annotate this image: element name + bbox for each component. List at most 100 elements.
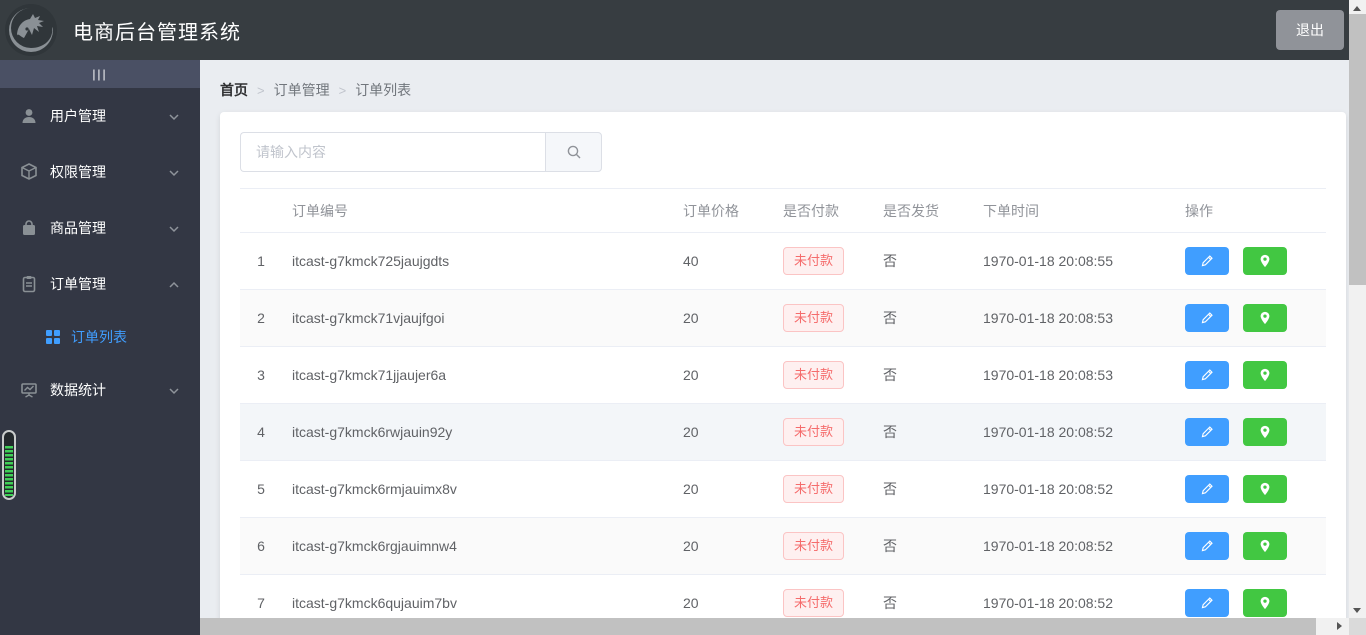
chevron-down-icon	[168, 384, 180, 396]
order-time-cell: 1970-01-18 20:08:55	[983, 253, 1113, 269]
ship-status-cell: 否	[883, 253, 897, 269]
table-row: 2 itcast-g7kmck71vjaujfgoi 20 未付款 否 1970…	[240, 290, 1326, 347]
breadcrumb-separator-icon: >	[257, 82, 265, 98]
order-number-cell: itcast-g7kmck6rwjauin92y	[292, 424, 453, 440]
scroll-up-arrow-icon[interactable]	[1353, 6, 1361, 11]
pay-status-cell: 未付款	[773, 475, 873, 503]
location-button[interactable]	[1242, 532, 1287, 560]
pencil-icon	[1201, 369, 1213, 381]
horizontal-scrollbar-thumb[interactable]	[200, 618, 1316, 635]
user-icon	[20, 107, 38, 125]
report-icon	[20, 381, 38, 399]
search-input[interactable]	[240, 132, 545, 172]
location-pin-icon	[1260, 254, 1270, 268]
ship-status-cell: 否	[883, 595, 897, 611]
order-time-cell: 1970-01-18 20:08:52	[983, 424, 1113, 440]
pencil-icon	[1201, 426, 1213, 438]
pencil-icon	[1201, 540, 1213, 552]
ship-status-cell: 否	[883, 310, 897, 326]
sidebar-collapse-toggle[interactable]: |||	[0, 60, 200, 88]
edit-button[interactable]	[1185, 247, 1229, 275]
grid-icon	[45, 329, 61, 345]
sidebar-item-label: 商品管理	[50, 220, 106, 236]
pay-status-cell: 未付款	[773, 532, 873, 560]
order-number-cell: itcast-g7kmck71jjaujer6a	[292, 367, 447, 383]
pencil-icon	[1201, 312, 1213, 324]
search-button[interactable]	[545, 132, 602, 172]
location-pin-icon	[1260, 425, 1270, 439]
location-button[interactable]	[1242, 304, 1287, 332]
unpaid-status-tag: 未付款	[783, 304, 845, 332]
edit-button[interactable]	[1185, 418, 1229, 446]
app-window: 电商后台管理系统 退出 ||| 用户管理 权限管理 商品管理 订单管理 订单列表…	[0, 0, 1366, 635]
column-header-actions: 操作	[1185, 202, 1213, 219]
location-button[interactable]	[1242, 589, 1287, 617]
actions-cell	[1175, 247, 1326, 275]
edit-button[interactable]	[1185, 589, 1229, 617]
column-header-ship-status: 是否发货	[883, 202, 939, 219]
vertical-scrollbar-thumb[interactable]	[1349, 14, 1366, 285]
order-time-cell: 1970-01-18 20:08:53	[983, 367, 1113, 383]
breadcrumb-order-management: 订单管理	[273, 82, 330, 98]
scroll-down-arrow-icon[interactable]	[1353, 608, 1361, 613]
location-button[interactable]	[1242, 418, 1287, 446]
location-button[interactable]	[1242, 475, 1287, 503]
actions-cell	[1175, 304, 1326, 332]
column-header-pay-status: 是否付款	[783, 202, 839, 219]
content-card: 订单编号 订单价格 是否付款 是否发货 下单时间 操作 1 itcast-g7k…	[220, 112, 1346, 635]
pay-status-cell: 未付款	[773, 418, 873, 446]
sidebar-item-reports[interactable]: 数据统计	[0, 362, 200, 418]
pencil-icon	[1201, 483, 1213, 495]
level-indicator-fill	[5, 446, 13, 496]
logout-button[interactable]: 退出	[1276, 10, 1344, 50]
location-button[interactable]	[1242, 247, 1287, 275]
chevron-down-icon	[168, 166, 180, 178]
pencil-icon	[1201, 597, 1213, 609]
chevron-down-icon	[168, 222, 180, 234]
order-number-cell: itcast-g7kmck725jaujgdts	[292, 253, 450, 269]
order-price-cell: 20	[683, 367, 699, 383]
order-price-cell: 40	[683, 253, 699, 269]
order-price-cell: 20	[683, 481, 699, 497]
breadcrumb-home[interactable]: 首页	[220, 80, 248, 100]
edit-button[interactable]	[1185, 304, 1229, 332]
sidebar-item-label: 订单管理	[50, 276, 106, 292]
row-index: 6	[257, 538, 265, 554]
order-number-cell: itcast-g7kmck71vjaujfgoi	[292, 310, 445, 326]
app-header: 电商后台管理系统 退出	[0, 0, 1366, 60]
edit-button[interactable]	[1185, 532, 1229, 560]
goods-icon	[20, 219, 38, 237]
unpaid-status-tag: 未付款	[783, 475, 845, 503]
actions-cell	[1175, 418, 1326, 446]
vertical-scrollbar[interactable]	[1349, 0, 1366, 618]
row-index: 5	[257, 481, 265, 497]
edit-button[interactable]	[1185, 475, 1229, 503]
sidebar: ||| 用户管理 权限管理 商品管理 订单管理 订单列表 数据统计	[0, 60, 200, 635]
location-pin-icon	[1260, 539, 1270, 553]
sidebar-item-users[interactable]: 用户管理	[0, 88, 200, 144]
column-header-price: 订单价格	[683, 202, 739, 219]
scroll-right-arrow-icon[interactable]	[1337, 622, 1342, 630]
actions-cell	[1175, 475, 1326, 503]
ship-status-cell: 否	[883, 538, 897, 554]
sidebar-item-permissions[interactable]: 权限管理	[0, 144, 200, 200]
horizontal-scrollbar[interactable]	[200, 618, 1349, 635]
location-pin-icon	[1260, 311, 1270, 325]
actions-cell	[1175, 589, 1326, 617]
column-header-order-time: 下单时间	[983, 202, 1039, 219]
edit-button[interactable]	[1185, 361, 1229, 389]
order-price-cell: 20	[683, 538, 699, 554]
order-time-cell: 1970-01-18 20:08:52	[983, 481, 1113, 497]
row-index: 4	[257, 424, 265, 440]
table-header-row: 订单编号 订单价格 是否付款 是否发货 下单时间 操作	[240, 189, 1326, 233]
ship-status-cell: 否	[883, 424, 897, 440]
unpaid-status-tag: 未付款	[783, 589, 845, 617]
sidebar-item-goods[interactable]: 商品管理	[0, 200, 200, 256]
search-bar	[240, 132, 602, 172]
sidebar-item-orders[interactable]: 订单管理	[0, 256, 200, 312]
pay-status-cell: 未付款	[773, 589, 873, 617]
sidebar-subitem-order-list[interactable]: 订单列表	[0, 312, 200, 362]
location-pin-icon	[1260, 596, 1270, 610]
location-button[interactable]	[1242, 361, 1287, 389]
order-price-cell: 20	[683, 424, 699, 440]
